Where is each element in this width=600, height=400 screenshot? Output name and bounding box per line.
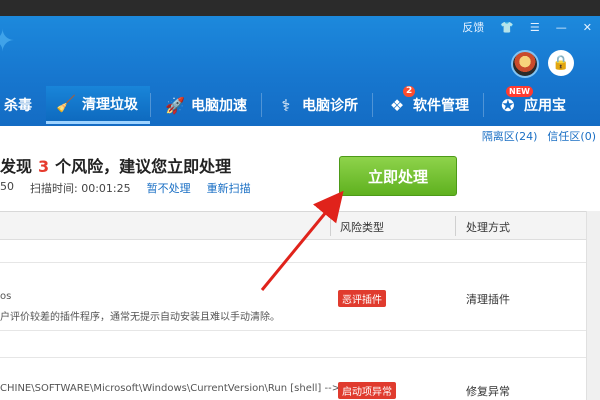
- new-badge: NEW: [506, 86, 533, 97]
- quarantine-link[interactable]: 隔离区(24): [482, 128, 538, 144]
- shield-lock-icon[interactable]: 🔒: [548, 50, 574, 76]
- broom-icon: 🧹: [56, 94, 76, 113]
- headline-suffix: 个风险，建议您立即处理: [55, 157, 232, 176]
- rocket-icon: 🚀: [165, 95, 185, 115]
- window-controls: 反馈 👕 ☰ — ✕: [454, 16, 600, 38]
- column-divider: [455, 216, 456, 236]
- skin-shirt-icon[interactable]: 👕: [492, 16, 522, 38]
- scan-partial-value: 50: [0, 180, 14, 193]
- fix-now-button[interactable]: 立即处理: [339, 156, 457, 196]
- main-nav: 杀毒 🧹 清理垃圾 🚀 电脑加速 ⚕ 电脑诊所 ❖ 2 软件管理 ✪ NEW 应…: [0, 86, 600, 124]
- tab-software-manager[interactable]: ❖ 2 软件管理: [373, 86, 483, 124]
- star-logo-icon: ✦: [0, 24, 16, 59]
- feedback-link[interactable]: 反馈: [454, 16, 492, 38]
- row1-action[interactable]: 清理插件: [466, 291, 510, 307]
- update-count-badge: 2: [403, 86, 416, 97]
- row2-action[interactable]: 修复异常: [466, 383, 510, 399]
- ignore-link[interactable]: 暂不处理: [147, 180, 191, 196]
- vertical-scrollbar[interactable]: [586, 211, 600, 400]
- column-header-action: 处理方式: [466, 221, 510, 234]
- trusted-link[interactable]: 信任区(0): [547, 128, 596, 144]
- app-header: ✦ 反馈 👕 ☰ — ✕ 🔒 杀毒 🧹 清理垃圾 🚀 电脑加速 ⚕ 电脑诊所 ❖…: [0, 0, 600, 126]
- row-divider: [0, 357, 586, 358]
- risk-table: 风险类型 处理方式 os 户评价较差的插件程序，通常无提示自动安装且难以手动清除…: [0, 211, 586, 400]
- table-header: 风险类型 处理方式: [0, 212, 586, 240]
- header-links: 隔离区(24) 信任区(0): [482, 128, 596, 144]
- row-divider: [0, 262, 586, 263]
- tab-antivirus[interactable]: 杀毒: [0, 86, 46, 124]
- row1-description: 户评价较差的插件程序，通常无提示自动安装且难以手动清除。: [0, 312, 280, 323]
- row-divider: [0, 330, 586, 331]
- tab-label: 软件管理: [413, 98, 469, 114]
- rescan-link[interactable]: 重新扫描: [207, 180, 251, 196]
- tab-app-store[interactable]: ✪ NEW 应用宝: [484, 86, 580, 124]
- tab-label: 清理垃圾: [82, 96, 138, 113]
- tab-label: 杀毒: [4, 98, 32, 114]
- user-avatar[interactable]: [511, 50, 539, 78]
- tab-clean-junk[interactable]: 🧹 清理垃圾: [46, 86, 150, 124]
- title-strip: [0, 0, 600, 16]
- close-icon[interactable]: ✕: [575, 16, 600, 38]
- column-divider: [330, 216, 331, 236]
- risk-count: 3: [38, 157, 50, 176]
- row1-line1: os: [0, 291, 12, 302]
- scan-info-row: 50 扫描时间: 00:01:25 暂不处理 重新扫描: [0, 180, 251, 196]
- tab-speed-up[interactable]: 🚀 电脑加速: [151, 86, 261, 124]
- row2-registry-path: CHINE\SOFTWARE\Microsoft\Windows\Current…: [0, 383, 367, 394]
- scan-result-headline: 发现 3 个风险，建议您立即处理: [0, 153, 231, 177]
- menu-icon[interactable]: ☰: [522, 16, 548, 38]
- tab-pc-clinic[interactable]: ⚕ 电脑诊所: [262, 86, 372, 124]
- risk-tag-bad-plugin: 恶评插件: [338, 290, 386, 307]
- app-store-icon: ✪: [501, 95, 515, 115]
- apps-icon: ❖: [389, 95, 405, 115]
- security-app-window: ✦ 反馈 👕 ☰ — ✕ 🔒 杀毒 🧹 清理垃圾 🚀 电脑加速 ⚕ 电脑诊所 ❖…: [0, 0, 600, 400]
- headline-prefix: 发现: [0, 157, 33, 176]
- tab-label: 电脑加速: [191, 98, 247, 114]
- minimize-icon[interactable]: —: [548, 16, 575, 38]
- scan-time: 扫描时间: 00:01:25: [30, 182, 131, 195]
- column-header-risk-type: 风险类型: [340, 221, 384, 234]
- tab-label: 电脑诊所: [302, 98, 358, 114]
- tab-label: 应用宝: [524, 98, 566, 114]
- stethoscope-icon: ⚕: [281, 95, 291, 115]
- risk-tag-startup-anomaly: 启动项异常: [338, 382, 396, 399]
